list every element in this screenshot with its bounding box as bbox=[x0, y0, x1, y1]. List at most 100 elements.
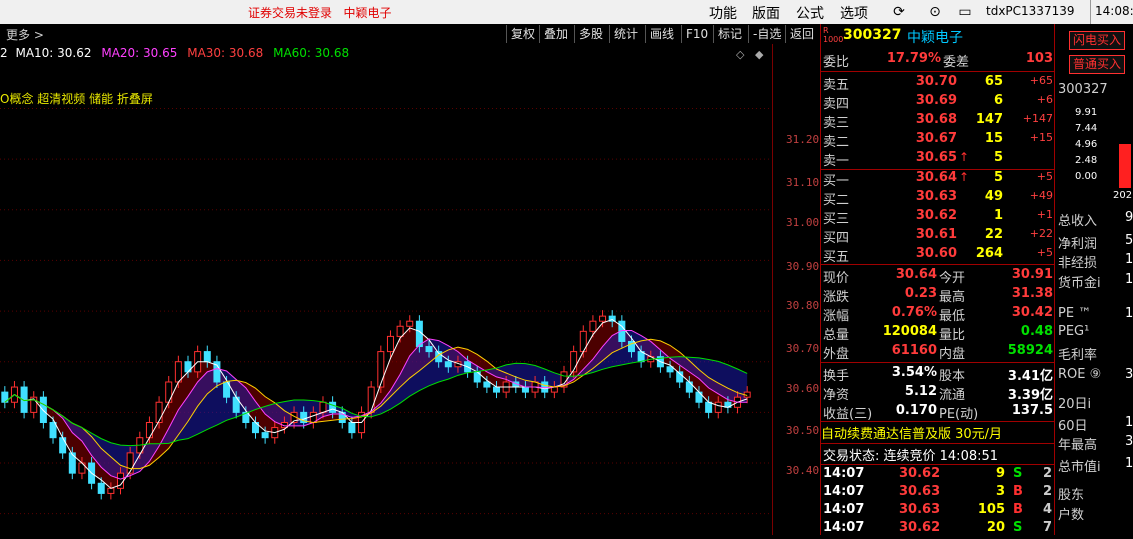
side-metric-label: 净利润 bbox=[1058, 237, 1098, 252]
watchlist-button[interactable]: -自选 bbox=[748, 25, 785, 43]
menu-function[interactable]: 功能 bbox=[709, 3, 737, 23]
back-button[interactable]: 返回 bbox=[785, 25, 818, 43]
stat-label: 外盘 bbox=[823, 347, 850, 362]
stat-label: 净资 bbox=[823, 388, 850, 403]
book-delta: +1 bbox=[1036, 208, 1053, 221]
book-volume: 15 bbox=[984, 131, 1003, 146]
stat-label: 量比 bbox=[939, 328, 966, 343]
target-icon[interactable]: ⊙ bbox=[926, 3, 944, 21]
book-row[interactable]: 卖四 30.69 6 +6 bbox=[821, 93, 1055, 112]
book-row[interactable]: 买四 30.61 22 +22 bbox=[821, 227, 1055, 246]
y-tick: 30.80 bbox=[786, 299, 820, 312]
tick-volume: 3 bbox=[995, 484, 1005, 499]
stat-label: 总量 bbox=[823, 328, 850, 343]
stat-value: 31.38 bbox=[1011, 286, 1053, 301]
candle-body bbox=[39, 396, 47, 424]
candle-body bbox=[589, 320, 597, 332]
fuquan-button[interactable]: 复权 bbox=[506, 25, 539, 43]
book-row[interactable]: 卖五 30.70 65 +65 bbox=[821, 74, 1055, 93]
minimize-window-icon[interactable]: ▭ bbox=[956, 3, 974, 21]
tick-row: 14:07 30.63 3 B 2 bbox=[821, 484, 1055, 503]
menu-options[interactable]: 选项 bbox=[840, 3, 868, 23]
bar-axis-labels: 9.91 7.44 4.96 2.48 0.00 bbox=[1075, 105, 1097, 185]
side-metric-label: 股东 bbox=[1058, 488, 1085, 503]
stat-row: 收益(三) 0.170 PE(动) 137.5 bbox=[821, 403, 1055, 422]
stat-row: 换手 3.54% 股本 3.41亿 bbox=[821, 365, 1055, 384]
book-row[interactable]: 卖一 30.65 5 bbox=[821, 150, 1055, 169]
side-metric-value: 1 bbox=[1125, 252, 1133, 267]
book-volume: 6 bbox=[993, 93, 1003, 108]
book-label: 买三 bbox=[823, 212, 850, 227]
candle-body bbox=[319, 401, 327, 413]
book-row[interactable]: 买一 30.64 5 +5 bbox=[821, 170, 1055, 189]
side-code: 300327 bbox=[1058, 82, 1108, 97]
tick-time: 14:07 bbox=[823, 502, 865, 517]
draw-line-button[interactable]: 画线 bbox=[645, 25, 678, 43]
book-price: 30.61 bbox=[915, 227, 957, 242]
stat-row: 总量 120084 量比 0.48 bbox=[821, 324, 1055, 343]
book-delta: +65 bbox=[1029, 74, 1053, 87]
menu-formula[interactable]: 公式 bbox=[796, 3, 824, 23]
book-delta: +147 bbox=[1022, 112, 1053, 125]
multi-stock-button[interactable]: 多股 bbox=[574, 25, 607, 43]
divider bbox=[1090, 0, 1091, 24]
book-row[interactable]: 买二 30.63 49 +49 bbox=[821, 189, 1055, 208]
stat-value: 137.5 bbox=[1011, 403, 1053, 418]
candle-body bbox=[203, 351, 211, 363]
candle-body bbox=[377, 351, 385, 388]
y-tick: 30.70 bbox=[786, 342, 820, 355]
book-row[interactable]: 卖二 30.67 15 +15 bbox=[821, 131, 1055, 150]
stat-label: 涨跌 bbox=[823, 290, 850, 305]
book-price: 30.68 bbox=[915, 112, 957, 127]
candle-body bbox=[415, 320, 423, 348]
book-row[interactable]: 买三 30.62 1 +1 bbox=[821, 208, 1055, 227]
stat-label: 最高 bbox=[939, 290, 966, 305]
book-price: 30.65 bbox=[915, 150, 957, 165]
book-price: 30.67 bbox=[915, 131, 957, 146]
stat-label: 换手 bbox=[823, 369, 850, 384]
axis-divider bbox=[772, 44, 773, 535]
tick-side: B bbox=[1013, 502, 1023, 517]
candle-body bbox=[444, 361, 452, 368]
mark-button[interactable]: 标记 bbox=[713, 25, 746, 43]
candle-body bbox=[714, 401, 722, 413]
stat-value: 0.76% bbox=[891, 305, 937, 320]
tick-side: S bbox=[1013, 466, 1023, 481]
side-metric-label: 60日 bbox=[1058, 419, 1088, 434]
side-metric-label: 货币金i bbox=[1058, 276, 1101, 291]
tick-row: 14:07 30.62 9 S 2 bbox=[821, 466, 1055, 485]
y-tick: 30.60 bbox=[786, 382, 820, 395]
refresh-icon[interactable]: ⟳ bbox=[890, 3, 908, 21]
tick-time: 14:07 bbox=[823, 520, 865, 535]
subscription-ad[interactable]: 自动续费通达信普及版 30元/月 bbox=[821, 423, 1055, 442]
book-volume: 5 bbox=[993, 150, 1003, 165]
stat-label: 流通 bbox=[939, 388, 966, 403]
candlestick-plot[interactable] bbox=[0, 44, 772, 535]
flash-buy-button[interactable]: 闪电买入 bbox=[1069, 31, 1125, 50]
y-tick: 30.40 bbox=[786, 464, 820, 477]
tick-row: 14:07 30.62 20 S 7 bbox=[821, 520, 1055, 539]
book-label: 买五 bbox=[823, 250, 850, 265]
statistics-button[interactable]: 统计 bbox=[609, 25, 642, 43]
candle-body bbox=[348, 422, 356, 434]
book-row[interactable]: 买五 30.60 264 +5 bbox=[821, 246, 1055, 265]
book-price: 30.60 bbox=[915, 246, 957, 261]
tick-price: 30.62 bbox=[899, 520, 941, 535]
candle-body bbox=[155, 401, 163, 424]
stat-label: 今开 bbox=[939, 271, 966, 286]
kline-chart-panel[interactable]: 更多 > 复权 叠加 多股 统计 画线 F10 标记 -自选 返回 2 MA10… bbox=[0, 24, 820, 535]
candle-body bbox=[261, 432, 269, 439]
book-row[interactable]: 卖三 30.68 147 +147 bbox=[821, 112, 1055, 131]
more-button[interactable]: 更多 > bbox=[6, 26, 44, 43]
normal-buy-button[interactable]: 普通买入 bbox=[1069, 55, 1125, 74]
menu-layout[interactable]: 版面 bbox=[752, 3, 780, 23]
stat-value: 58924 bbox=[1007, 343, 1053, 358]
overlay-button[interactable]: 叠加 bbox=[539, 25, 572, 43]
login-warning: 证券交易未登录 中颖电子 bbox=[248, 6, 392, 20]
weibi-label: 委比 bbox=[823, 55, 850, 70]
stat-value: 120084 bbox=[882, 324, 937, 339]
f10-button[interactable]: F10 bbox=[681, 25, 712, 43]
stat-row: 涨幅 0.76% 最低 30.42 bbox=[821, 305, 1055, 324]
side-metric-label: PEG¹ bbox=[1058, 324, 1090, 339]
side-metric-label: ROE ⑨ bbox=[1058, 367, 1102, 382]
